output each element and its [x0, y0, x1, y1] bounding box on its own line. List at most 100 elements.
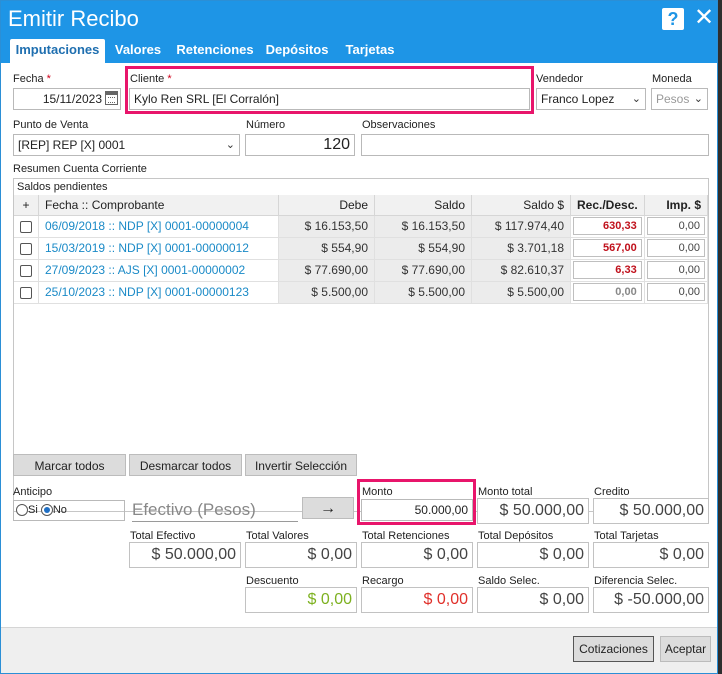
saldo-pesos-cell: $ 3.701,18 — [471, 237, 571, 260]
recargo-label: Recargo — [362, 575, 404, 587]
total-valores-label: Total Valores — [246, 530, 309, 542]
imp-cell: 0,00 — [644, 237, 709, 260]
numero-input[interactable]: 120 — [245, 134, 355, 156]
saldo-cell: $ 16.153,50 — [374, 215, 472, 238]
saldo-cell: $ 77.690,00 — [374, 259, 472, 282]
cotizaciones-button[interactable]: Cotizaciones — [573, 636, 654, 662]
total-tarjetas-label: Total Tarjetas — [594, 530, 659, 542]
col-debe[interactable]: Debe — [278, 195, 375, 216]
chevron-down-icon: ⌄ — [693, 93, 703, 105]
col-imp[interactable]: Imp. $ — [644, 195, 709, 216]
close-icon[interactable]: ✕ — [693, 6, 715, 30]
diferencia-selec-value: $ -50.000,00 — [593, 587, 709, 613]
tab-depositos[interactable]: Depósitos — [265, 39, 329, 63]
row-checkbox[interactable] — [14, 259, 39, 282]
col-add[interactable]: + — [14, 195, 39, 216]
col-saldo-pesos[interactable]: Saldo $ — [471, 195, 571, 216]
emitir-recibo-dialog: Emitir Recibo ? ✕ Imputaciones Valores R… — [0, 0, 718, 674]
table-row: 25/10/2023 :: NDP [X] 0001-00000123 $ 5.… — [14, 281, 709, 304]
vendedor-value: Franco Lopez — [541, 92, 615, 106]
punto-venta-select[interactable]: [REP] REP [X] 0001 ⌄ — [13, 134, 240, 156]
comprobante-link[interactable]: 27/09/2023 :: AJS [X] 0001-00000002 — [38, 259, 279, 282]
efectivo-field[interactable]: Efectivo (Pesos) — [132, 498, 298, 522]
saldos-title: Saldos pendientes — [17, 181, 108, 193]
descuento-label: Descuento — [246, 575, 299, 587]
comprobante-link[interactable]: 15/03/2019 :: NDP [X] 0001-00000012 — [38, 237, 279, 260]
saldo-pesos-cell: $ 5.500,00 — [471, 281, 571, 304]
tab-retenciones[interactable]: Retenciones — [175, 39, 255, 63]
rec-desc-cell: 6,33 — [570, 259, 645, 282]
calendar-icon[interactable] — [105, 91, 118, 105]
arrow-right-icon[interactable]: → — [302, 497, 354, 519]
desmarcar-todos-button[interactable]: Desmarcar todos — [129, 454, 242, 476]
anticipo-label: Anticipo — [13, 486, 53, 498]
tab-imputaciones[interactable]: Imputaciones — [10, 39, 105, 63]
anticipo-no-label: No — [52, 504, 67, 516]
help-icon[interactable]: ? — [662, 8, 684, 30]
tab-valores[interactable]: Valores — [111, 39, 165, 63]
row-checkbox[interactable] — [14, 215, 39, 238]
marcar-todos-button[interactable]: Marcar todos — [13, 454, 126, 476]
table-row: 27/09/2023 :: AJS [X] 0001-00000002 $ 77… — [14, 259, 709, 282]
total-depositos-value: $ 0,00 — [477, 542, 589, 568]
rec-desc-input[interactable]: 630,33 — [573, 217, 642, 235]
row-checkbox[interactable] — [14, 237, 39, 260]
rec-desc-cell: 630,33 — [570, 215, 645, 238]
punto-venta-label: Punto de Venta — [13, 119, 89, 131]
dialog-title: Emitir Recibo — [8, 6, 139, 31]
credito-label: Credito — [594, 486, 630, 498]
row-checkbox[interactable] — [14, 281, 39, 304]
debe-cell: $ 5.500,00 — [278, 281, 375, 304]
col-comprobante[interactable]: Fecha :: Comprobante — [38, 195, 279, 216]
dialog-footer: Cotizaciones Aceptar — [1, 627, 717, 673]
imputaciones-panel: Fecha * 15/11/2023 Cliente * Kylo Ren SR… — [1, 63, 717, 627]
anticipo-si-label: Si — [28, 504, 38, 516]
rec-desc-input[interactable]: 567,00 — [573, 239, 642, 257]
imp-cell: 0,00 — [644, 259, 709, 282]
tab-tarjetas[interactable]: Tarjetas — [341, 39, 399, 63]
saldo-cell: $ 5.500,00 — [374, 281, 472, 304]
imp-input[interactable]: 0,00 — [646, 261, 705, 279]
comprobante-link[interactable]: 25/10/2023 :: NDP [X] 0001-00000123 — [38, 281, 279, 304]
moneda-value: Pesos — [656, 92, 690, 106]
imp-input[interactable]: 0,00 — [646, 217, 705, 235]
anticipo-radio-group: Si No — [13, 500, 125, 521]
debe-cell: $ 554,90 — [278, 237, 375, 260]
imp-input[interactable]: 0,00 — [646, 283, 705, 301]
resumen-label: Resumen Cuenta Corriente — [13, 163, 147, 175]
debe-cell: $ 77.690,00 — [278, 259, 375, 282]
moneda-select[interactable]: Pesos ⌄ — [651, 88, 708, 110]
anticipo-no-radio[interactable] — [40, 504, 53, 517]
vendedor-select[interactable]: Franco Lopez ⌄ — [536, 88, 646, 110]
credito-value: $ 50.000,00 — [593, 498, 709, 524]
saldo-selec-label: Saldo Selec. — [478, 575, 540, 587]
total-efectivo-value: $ 50.000,00 — [129, 542, 241, 568]
saldo-cell: $ 554,90 — [374, 237, 472, 260]
numero-label: Número — [246, 119, 286, 131]
imp-cell: 0,00 — [644, 215, 709, 238]
title-bar: Emitir Recibo ? ✕ Imputaciones Valores R… — [1, 1, 717, 63]
descuento-value: $ 0,00 — [245, 587, 357, 613]
anticipo-si-radio[interactable] — [16, 504, 28, 517]
monto-total-label: Monto total — [478, 486, 533, 498]
table-row: 15/03/2019 :: NDP [X] 0001-00000012 $ 55… — [14, 237, 709, 260]
comprobante-link[interactable]: 06/09/2018 :: NDP [X] 0001-00000004 — [38, 215, 279, 238]
observaciones-label: Observaciones — [362, 119, 436, 131]
punto-venta-value: [REP] REP [X] 0001 — [18, 138, 126, 152]
col-rec-desc[interactable]: Rec./Desc. — [570, 195, 645, 216]
invertir-seleccion-button[interactable]: Invertir Selección — [245, 454, 357, 476]
fecha-label: Fecha * — [13, 73, 51, 85]
observaciones-input[interactable] — [361, 134, 709, 156]
rec-desc-input[interactable]: 6,33 — [573, 261, 642, 279]
rec-desc-cell: 567,00 — [570, 237, 645, 260]
total-valores-value: $ 0,00 — [245, 542, 357, 568]
total-depositos-label: Total Depósitos — [478, 530, 554, 542]
cliente-highlight — [125, 66, 534, 114]
rec-desc-cell: 0,00 — [570, 281, 645, 304]
imp-cell: 0,00 — [644, 281, 709, 304]
imp-input[interactable]: 0,00 — [646, 239, 705, 257]
rec-desc-input[interactable]: 0,00 — [573, 283, 642, 301]
col-saldo[interactable]: Saldo — [374, 195, 472, 216]
total-retenciones-value: $ 0,00 — [361, 542, 473, 568]
aceptar-button[interactable]: Aceptar — [660, 636, 711, 662]
